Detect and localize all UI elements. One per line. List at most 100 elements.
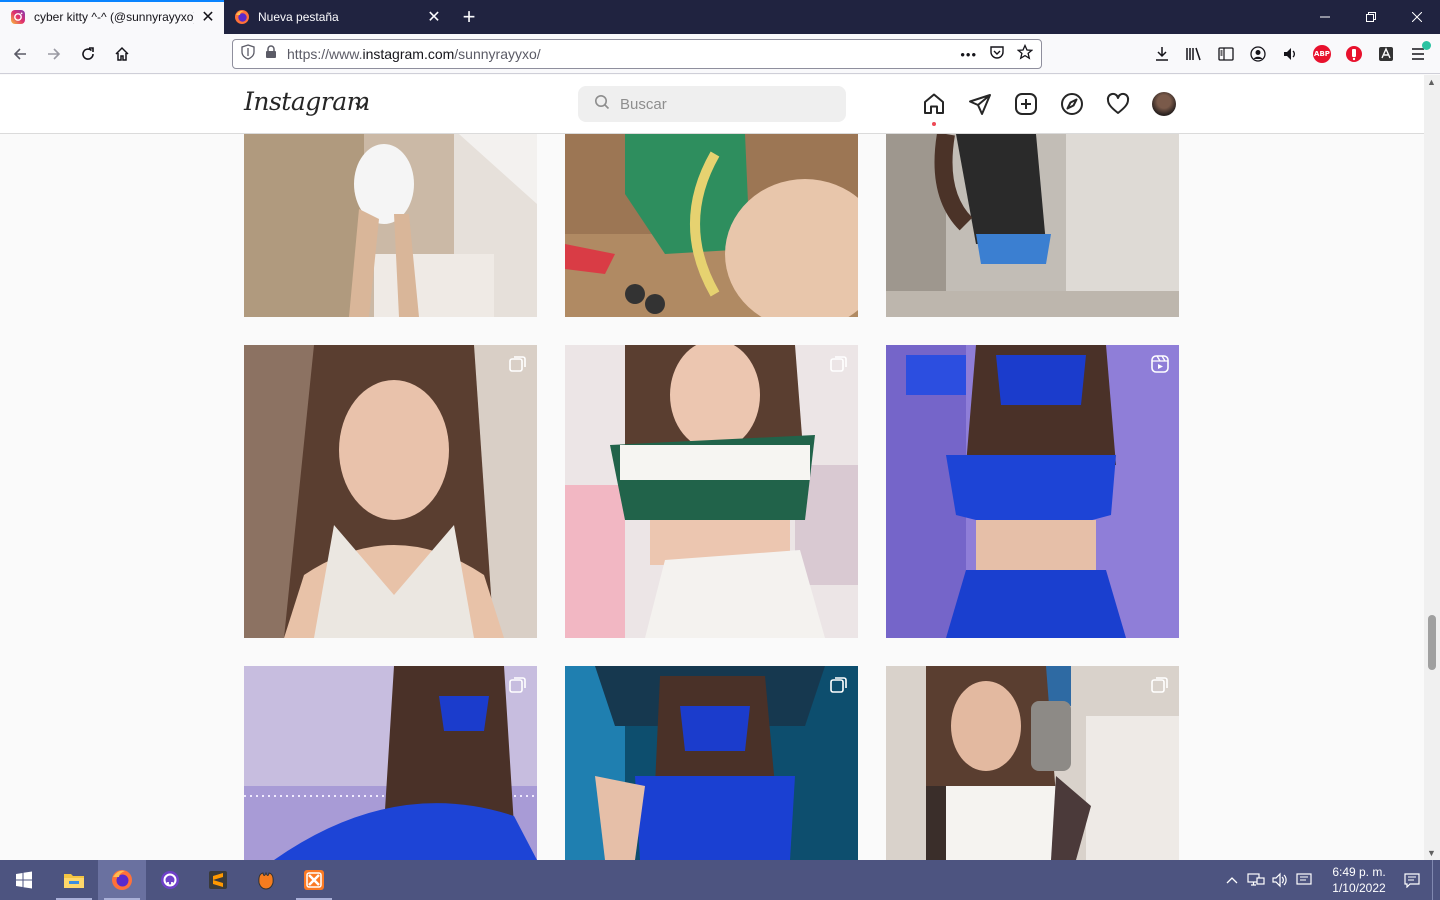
scrollbar-thumb[interactable] [1428, 615, 1436, 670]
vertical-scrollbar[interactable]: ▲ ▼ [1424, 75, 1440, 860]
carousel-icon [1151, 676, 1169, 694]
new-post-icon[interactable] [1014, 92, 1038, 116]
web-page: Instagram [0, 75, 1424, 860]
url-actions: ••• [960, 43, 1034, 65]
reload-icon[interactable] [72, 38, 104, 70]
back-icon[interactable] [4, 38, 36, 70]
bookmark-star-icon[interactable] [1016, 43, 1034, 65]
xampp-control-icon[interactable] [290, 860, 338, 900]
volume-icon[interactable] [1274, 38, 1306, 70]
sidebar-icon[interactable] [1210, 38, 1242, 70]
restore-icon[interactable] [1348, 0, 1394, 34]
post-image [565, 134, 858, 317]
show-desktop-button[interactable] [1432, 860, 1440, 900]
github-desktop-icon[interactable] [146, 860, 194, 900]
instagram-header: Instagram [0, 75, 1424, 134]
post-tile[interactable] [244, 666, 537, 860]
explore-icon[interactable] [1060, 92, 1084, 116]
instagram-nav [922, 92, 1176, 126]
profile-avatar[interactable] [1152, 92, 1176, 116]
speaker-icon[interactable] [1268, 860, 1292, 900]
notification-dot [932, 122, 936, 126]
toolbar-right: ABP [1146, 38, 1434, 70]
post-image [565, 345, 858, 638]
extension-red-icon[interactable] [1338, 38, 1370, 70]
post-tile[interactable] [244, 134, 537, 317]
adblock-plus-icon[interactable]: ABP [1306, 38, 1338, 70]
carousel-icon [509, 676, 527, 694]
extension-dark-icon[interactable] [1370, 38, 1402, 70]
url-prefix: https://www. [287, 46, 363, 62]
post-image [565, 666, 858, 860]
scroll-down-icon[interactable]: ▼ [1427, 848, 1436, 858]
new-tab-button[interactable]: + [454, 0, 484, 34]
scroll-up-icon[interactable]: ▲ [1427, 77, 1436, 87]
page-actions-button[interactable]: ••• [960, 47, 977, 62]
tab-new-tab[interactable]: Nueva pestaña ✕ [224, 0, 450, 34]
post-image [244, 345, 537, 638]
post-image [244, 134, 537, 317]
file-explorer-icon[interactable] [50, 860, 98, 900]
window-close-icon[interactable] [1394, 0, 1440, 34]
avatar [1152, 92, 1176, 116]
direct-icon[interactable] [968, 92, 992, 116]
url-text[interactable]: https://www.instagram.com/sunnyrayyxo/ [287, 46, 960, 62]
tracking-protection-icon[interactable] [241, 43, 255, 65]
tab-title: Nueva pestaña [258, 10, 339, 24]
post-tile[interactable] [886, 134, 1179, 317]
url-path: /sunnyrayyxo/ [454, 46, 541, 62]
clock-date: 1/10/2022 [1332, 881, 1386, 895]
close-icon[interactable]: ✕ [200, 9, 216, 26]
lock-icon[interactable] [265, 44, 277, 64]
home-button-icon[interactable] [106, 38, 138, 70]
pocket-icon[interactable] [989, 44, 1005, 65]
forward-icon[interactable] [38, 38, 70, 70]
window-controls [1302, 0, 1440, 34]
downloads-icon[interactable] [1146, 38, 1178, 70]
update-badge-icon [1422, 41, 1431, 50]
xampp-icon[interactable] [242, 860, 290, 900]
post-tile[interactable] [565, 666, 858, 860]
ime-icon[interactable] [1292, 860, 1316, 900]
sublime-text-icon[interactable] [194, 860, 242, 900]
library-icon[interactable] [1178, 38, 1210, 70]
chevron-up-icon[interactable] [1220, 860, 1244, 900]
post-image [886, 666, 1179, 860]
chevron-down-icon[interactable] [355, 97, 367, 115]
account-icon[interactable] [1242, 38, 1274, 70]
post-tile[interactable] [886, 666, 1179, 860]
activity-icon[interactable] [1106, 92, 1130, 116]
windows-taskbar: 6:49 p. m. 1/10/2022 [0, 860, 1440, 900]
instagram-icon [10, 9, 26, 25]
system-clock[interactable]: 6:49 p. m. 1/10/2022 [1320, 864, 1398, 896]
post-tile[interactable] [886, 345, 1179, 638]
search-icon [594, 94, 610, 115]
firefox-icon[interactable] [98, 860, 146, 900]
notifications-icon[interactable] [1398, 860, 1426, 900]
tab-instagram[interactable]: cyber kitty ^-^ (@sunnyrayyxo) • Instagr… [0, 0, 224, 34]
windows-start-icon[interactable] [0, 860, 48, 900]
post-image [244, 666, 537, 860]
firefox-icon [234, 9, 250, 25]
instagram-logo[interactable]: Instagram [244, 87, 370, 116]
address-bar[interactable]: https://www.instagram.com/sunnyrayyxo/ •… [232, 39, 1042, 69]
home-icon[interactable] [922, 92, 946, 126]
network-icon[interactable] [1244, 860, 1268, 900]
app-menu-icon[interactable] [1402, 38, 1434, 70]
carousel-icon [509, 355, 527, 373]
carousel-icon [830, 355, 848, 373]
search-box[interactable] [578, 86, 846, 122]
tab-title: cyber kitty ^-^ (@sunnyrayyxo) • Instagr… [34, 10, 194, 24]
post-tile[interactable] [565, 134, 858, 317]
close-icon[interactable]: ✕ [426, 9, 442, 26]
browser-toolbar: https://www.instagram.com/sunnyrayyxo/ •… [0, 34, 1440, 74]
post-image [886, 134, 1179, 317]
url-domain: instagram.com [362, 46, 455, 62]
post-tile[interactable] [244, 345, 537, 638]
browser-tabstrip: cyber kitty ^-^ (@sunnyrayyxo) • Instagr… [0, 0, 1440, 34]
search-input[interactable] [620, 95, 820, 113]
carousel-icon [830, 676, 848, 694]
post-tile[interactable] [565, 345, 858, 638]
system-tray: 6:49 p. m. 1/10/2022 [1220, 860, 1440, 900]
minimize-icon[interactable] [1302, 0, 1348, 34]
